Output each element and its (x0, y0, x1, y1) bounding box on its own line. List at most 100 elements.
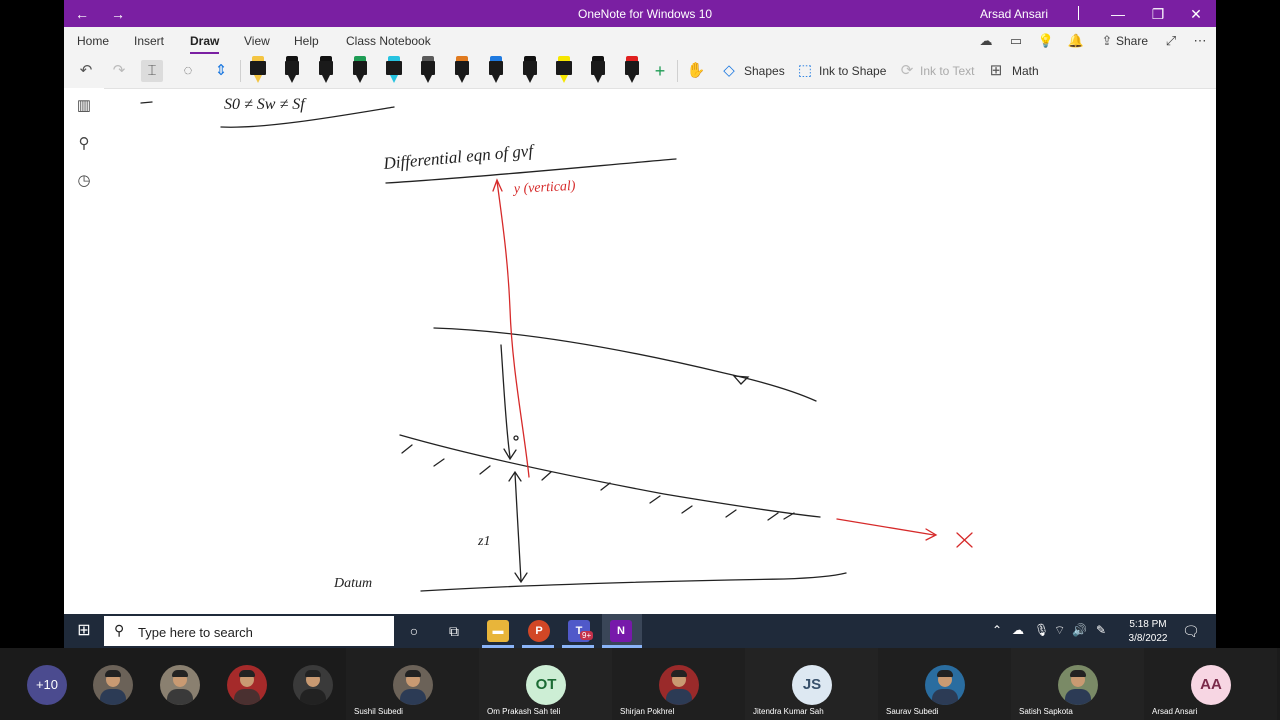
onedrive-icon[interactable]: ☁ (1012, 623, 1024, 637)
participant-tile[interactable]: Saurav Subedi (878, 648, 1011, 720)
avatar-initials: JS (792, 665, 832, 705)
lasso-icon[interactable]: ◌ (177, 60, 199, 82)
pen-6[interactable] (419, 56, 437, 84)
more-icon[interactable]: ⋯ (1191, 32, 1209, 50)
forward-button[interactable]: → (108, 4, 128, 24)
participant-video-thumb[interactable] (227, 665, 267, 705)
file-explorer-icon[interactable]: ▬ (487, 620, 509, 642)
search-icon[interactable]: ⚲ (74, 134, 94, 154)
pen-workspace-icon[interactable]: ✎ (1096, 623, 1106, 637)
participant-video-thumb[interactable] (160, 665, 200, 705)
participant-tile[interactable]: AA Arsad Ansari (1144, 648, 1277, 720)
undo-icon[interactable]: ↶ (75, 60, 97, 82)
tab-help[interactable]: Help (294, 34, 319, 48)
ink-y-axis (496, 180, 530, 478)
show-hidden-icons[interactable]: ⌃ (992, 623, 1002, 637)
select-text-icon[interactable]: ⌶ (141, 60, 163, 82)
title-bar: ← → OneNote for Windows 10 Arsad Ansari … (64, 0, 1216, 27)
teams-badge: 9+ (580, 631, 594, 640)
microphone-icon[interactable]: 🎙 (1034, 623, 1049, 637)
recent-icon[interactable]: ◷ (74, 171, 94, 191)
pen-4[interactable] (351, 56, 369, 84)
page-icon[interactable]: ▭ (1007, 32, 1025, 50)
pen-body (386, 61, 402, 75)
notebooks-icon[interactable]: ▥ (74, 96, 94, 116)
tab-class-notebook[interactable]: Class Notebook (346, 34, 431, 48)
pen-12[interactable] (623, 56, 641, 84)
notifications-icon[interactable]: 🗨 (1182, 623, 1200, 640)
pen-11[interactable] (589, 56, 607, 84)
participant-video-thumb[interactable] (293, 665, 333, 705)
ink-z1-label: z1 (477, 534, 490, 549)
share-icon[interactable]: ⇪ (1098, 32, 1116, 50)
sync-icon[interactable]: ☁ (977, 32, 995, 50)
highlighter-10[interactable] (555, 56, 573, 84)
participant-tile[interactable]: OT Om Prakash Sah teli (479, 648, 612, 720)
pen-body (353, 61, 367, 75)
participant-tile[interactable]: Shirjan Pokhrel (612, 648, 745, 720)
highlighter-5[interactable] (385, 56, 403, 84)
participant-name: Jitendra Kumar Sah (753, 707, 824, 716)
pen-tip (390, 75, 398, 83)
tab-home[interactable]: Home (77, 34, 109, 48)
volume-icon[interactable]: 🔊 (1072, 623, 1087, 637)
pen-7[interactable] (453, 56, 471, 84)
back-button[interactable]: ← (72, 4, 92, 24)
signed-in-user[interactable]: Arsad Ansari (980, 7, 1048, 21)
ink-to-shape-button[interactable]: Ink to Shape (819, 64, 886, 78)
taskbar-search[interactable]: ⚲ Type here to search (104, 616, 394, 646)
pen-3[interactable] (317, 56, 335, 84)
pen-body (625, 61, 639, 75)
pen-tip (424, 75, 432, 83)
windows-start-icon[interactable]: ⊞ (72, 619, 96, 643)
ink-canvas[interactable]: Differential eqn of gvf y (vertical) z1 … (104, 89, 1216, 614)
taskbar-clock[interactable]: 5:18 PM 3/8/2022 (1124, 618, 1172, 646)
ink-to-shape-icon[interactable]: ⬚ (794, 60, 816, 82)
add-pen-button[interactable]: + (649, 60, 671, 82)
pen-body (523, 61, 537, 75)
share-button[interactable]: Share (1116, 34, 1148, 48)
onenote-window: ← → OneNote for Windows 10 Arsad Ansari … (64, 0, 1216, 614)
highlighter-1[interactable] (249, 56, 267, 84)
close-button[interactable]: ✕ (1186, 4, 1206, 24)
minimize-button[interactable]: — (1108, 4, 1128, 24)
pen-2[interactable] (283, 56, 301, 84)
participant-tile[interactable]: JS Jitendra Kumar Sah (745, 648, 878, 720)
more-participants-button[interactable]: +10 (27, 665, 67, 705)
redo-icon[interactable]: ↷ (108, 60, 130, 82)
pen-8[interactable] (487, 56, 505, 84)
pen-body (250, 61, 266, 75)
expand-icon[interactable]: ⤢ (1162, 32, 1180, 50)
ink-datum-line (420, 572, 847, 592)
math-button[interactable]: Math (1012, 64, 1039, 78)
cortana-icon[interactable]: ○ (402, 619, 426, 643)
bell-icon[interactable]: 🔔 (1067, 32, 1085, 50)
participant-video-thumb[interactable] (93, 665, 133, 705)
ink-title: Differential eqn of gvf (382, 141, 536, 173)
participant-tile[interactable]: Sushil Subedi (346, 648, 479, 720)
network-icon[interactable]: ⌔ (1054, 623, 1065, 638)
participant-name: Saurav Subedi (886, 707, 939, 716)
title-divider (1078, 6, 1079, 20)
powerpoint-icon[interactable]: P (528, 620, 550, 642)
participant-tile[interactable]: Satish Sapkota (1011, 648, 1144, 720)
pen-9[interactable] (521, 56, 539, 84)
lightbulb-icon[interactable]: 💡 (1037, 32, 1055, 50)
tab-insert[interactable]: Insert (134, 34, 164, 48)
tab-view[interactable]: View (244, 34, 270, 48)
task-view-icon[interactable]: ⧉ (442, 619, 466, 643)
shapes-icon[interactable]: ◇ (718, 60, 740, 82)
restore-button[interactable]: ❐ (1148, 4, 1168, 24)
tab-draw[interactable]: Draw (190, 34, 220, 54)
pen-tip (322, 75, 330, 83)
shapes-button[interactable]: Shapes (744, 64, 785, 78)
participant-name: Shirjan Pokhrel (620, 707, 675, 716)
pen-body (556, 61, 572, 75)
pen-tip (560, 75, 568, 83)
space-icon[interactable]: ⇕ (210, 60, 232, 82)
math-icon[interactable]: ⊞ (985, 60, 1007, 82)
pen-tip (594, 75, 602, 83)
ink-stroke (140, 101, 153, 104)
ruler-touch-icon[interactable]: ✋ (685, 60, 707, 82)
onenote-icon[interactable]: N (610, 620, 632, 642)
